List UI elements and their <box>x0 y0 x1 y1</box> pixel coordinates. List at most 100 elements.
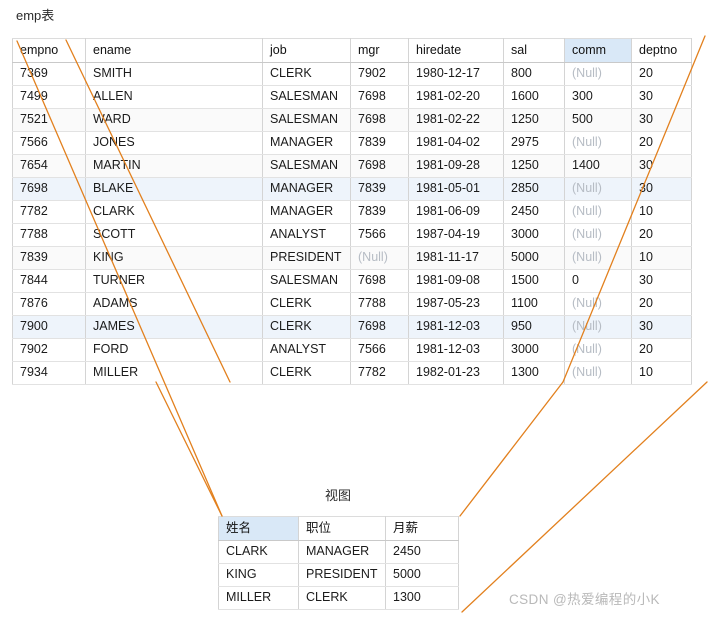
cell-empno[interactable]: 7934 <box>12 361 86 385</box>
cell-ename[interactable]: JAMES <box>85 315 263 339</box>
table-row[interactable]: 7902 FORD ANALYST 7566 1981-12-03 3000 (Null) 2… <box>12 338 692 362</box>
cell-mgr[interactable]: 7839 <box>350 200 409 224</box>
table-row[interactable]: MILLER CLERK 1300 <box>218 586 459 610</box>
cell-sal[interactable]: 1500 <box>503 269 565 293</box>
cell-comm[interactable]: (Null) <box>564 177 632 201</box>
table-row[interactable]: 7566 JONES MANAGER 7839 1981-04-02 2975 (Null)… <box>12 131 692 155</box>
cell-ename[interactable]: KING <box>85 246 263 270</box>
cell-mgr[interactable]: 7566 <box>350 223 409 247</box>
cell-hiredate[interactable]: 1981-06-09 <box>408 200 504 224</box>
cell-ename[interactable]: SCOTT <box>85 223 263 247</box>
cell-job[interactable]: MANAGER <box>262 200 351 224</box>
cell-ename[interactable]: MARTIN <box>85 154 263 178</box>
table-row[interactable]: 7654 MARTIN SALESMAN 7698 1981-09-28 1250 1400… <box>12 154 692 178</box>
table-row[interactable]: 7900 JAMES CLERK 7698 1981-12-03 950 (Null) 30 <box>12 315 692 339</box>
cell-deptno[interactable]: 30 <box>631 315 692 339</box>
column-header-hiredate[interactable]: hiredate <box>408 38 504 63</box>
cell-comm[interactable]: 0 <box>564 269 632 293</box>
cell-empno[interactable]: 7839 <box>12 246 86 270</box>
cell-position[interactable]: MANAGER <box>298 540 386 564</box>
cell-comm[interactable]: (Null) <box>564 292 632 316</box>
cell-ename[interactable]: ADAMS <box>85 292 263 316</box>
cell-deptno[interactable]: 30 <box>631 154 692 178</box>
cell-mgr[interactable]: 7698 <box>350 108 409 132</box>
cell-hiredate[interactable]: 1980-12-17 <box>408 62 504 86</box>
cell-sal[interactable]: 3000 <box>503 223 565 247</box>
cell-job[interactable]: ANALYST <box>262 223 351 247</box>
cell-job[interactable]: MANAGER <box>262 177 351 201</box>
table-row[interactable]: 7521 WARD SALESMAN 7698 1981-02-22 1250 500 30 <box>12 108 692 132</box>
table-row[interactable]: KING PRESIDENT 5000 <box>218 563 459 587</box>
table-row[interactable]: 7876 ADAMS CLERK 7788 1987-05-23 1100 (Null) 20 <box>12 292 692 316</box>
cell-sal[interactable]: 2850 <box>503 177 565 201</box>
cell-hiredate[interactable]: 1981-05-01 <box>408 177 504 201</box>
cell-sal[interactable]: 950 <box>503 315 565 339</box>
cell-deptno[interactable]: 10 <box>631 200 692 224</box>
cell-comm[interactable]: (Null) <box>564 361 632 385</box>
cell-name[interactable]: MILLER <box>218 586 299 610</box>
cell-empno[interactable]: 7876 <box>12 292 86 316</box>
cell-job[interactable]: SALESMAN <box>262 85 351 109</box>
cell-deptno[interactable]: 20 <box>631 223 692 247</box>
cell-mgr[interactable]: (Null) <box>350 246 409 270</box>
cell-hiredate[interactable]: 1981-11-17 <box>408 246 504 270</box>
cell-empno[interactable]: 7844 <box>12 269 86 293</box>
cell-comm[interactable]: (Null) <box>564 131 632 155</box>
cell-job[interactable]: ANALYST <box>262 338 351 362</box>
column-header-empno[interactable]: empno <box>12 38 86 63</box>
cell-job[interactable]: CLERK <box>262 292 351 316</box>
cell-hiredate[interactable]: 1981-09-08 <box>408 269 504 293</box>
cell-comm[interactable]: (Null) <box>564 62 632 86</box>
table-row[interactable]: 7369 SMITH CLERK 7902 1980-12-17 800 (Null) 20 <box>12 62 692 86</box>
cell-salary[interactable]: 5000 <box>385 563 459 587</box>
cell-mgr[interactable]: 7698 <box>350 269 409 293</box>
cell-empno[interactable]: 7788 <box>12 223 86 247</box>
cell-empno[interactable]: 7566 <box>12 131 86 155</box>
cell-deptno[interactable]: 20 <box>631 62 692 86</box>
table-row[interactable]: 7934 MILLER CLERK 7782 1982-01-23 1300 (Null) 1… <box>12 361 692 385</box>
cell-hiredate[interactable]: 1981-02-20 <box>408 85 504 109</box>
cell-job[interactable]: SALESMAN <box>262 108 351 132</box>
cell-ename[interactable]: BLAKE <box>85 177 263 201</box>
cell-deptno[interactable]: 30 <box>631 108 692 132</box>
cell-ename[interactable]: JONES <box>85 131 263 155</box>
cell-name[interactable]: CLARK <box>218 540 299 564</box>
cell-job[interactable]: CLERK <box>262 315 351 339</box>
cell-empno[interactable]: 7654 <box>12 154 86 178</box>
cell-deptno[interactable]: 30 <box>631 269 692 293</box>
cell-sal[interactable]: 1300 <box>503 361 565 385</box>
cell-comm[interactable]: (Null) <box>564 315 632 339</box>
cell-deptno[interactable]: 10 <box>631 361 692 385</box>
column-header-name[interactable]: 姓名 <box>218 516 299 541</box>
column-header-position[interactable]: 职位 <box>298 516 386 541</box>
column-header-deptno[interactable]: deptno <box>631 38 692 63</box>
table-row[interactable]: CLARK MANAGER 2450 <box>218 540 459 564</box>
cell-comm[interactable]: (Null) <box>564 223 632 247</box>
cell-hiredate[interactable]: 1981-02-22 <box>408 108 504 132</box>
cell-job[interactable]: SALESMAN <box>262 269 351 293</box>
cell-hiredate[interactable]: 1987-05-23 <box>408 292 504 316</box>
cell-mgr[interactable]: 7698 <box>350 315 409 339</box>
cell-job[interactable]: SALESMAN <box>262 154 351 178</box>
cell-deptno[interactable]: 20 <box>631 131 692 155</box>
cell-mgr[interactable]: 7782 <box>350 361 409 385</box>
cell-mgr[interactable]: 7566 <box>350 338 409 362</box>
cell-hiredate[interactable]: 1987-04-19 <box>408 223 504 247</box>
cell-position[interactable]: CLERK <box>298 586 386 610</box>
cell-ename[interactable]: WARD <box>85 108 263 132</box>
cell-ename[interactable]: FORD <box>85 338 263 362</box>
cell-comm[interactable]: 1400 <box>564 154 632 178</box>
cell-hiredate[interactable]: 1981-12-03 <box>408 338 504 362</box>
cell-job[interactable]: CLERK <box>262 62 351 86</box>
cell-deptno[interactable]: 20 <box>631 338 692 362</box>
cell-comm[interactable]: 300 <box>564 85 632 109</box>
cell-sal[interactable]: 1100 <box>503 292 565 316</box>
cell-mgr[interactable]: 7902 <box>350 62 409 86</box>
cell-empno[interactable]: 7369 <box>12 62 86 86</box>
cell-empno[interactable]: 7902 <box>12 338 86 362</box>
cell-ename[interactable]: TURNER <box>85 269 263 293</box>
table-row[interactable]: 7499 ALLEN SALESMAN 7698 1981-02-20 1600 300 30 <box>12 85 692 109</box>
cell-mgr[interactable]: 7698 <box>350 154 409 178</box>
cell-ename[interactable]: MILLER <box>85 361 263 385</box>
cell-deptno[interactable]: 30 <box>631 85 692 109</box>
